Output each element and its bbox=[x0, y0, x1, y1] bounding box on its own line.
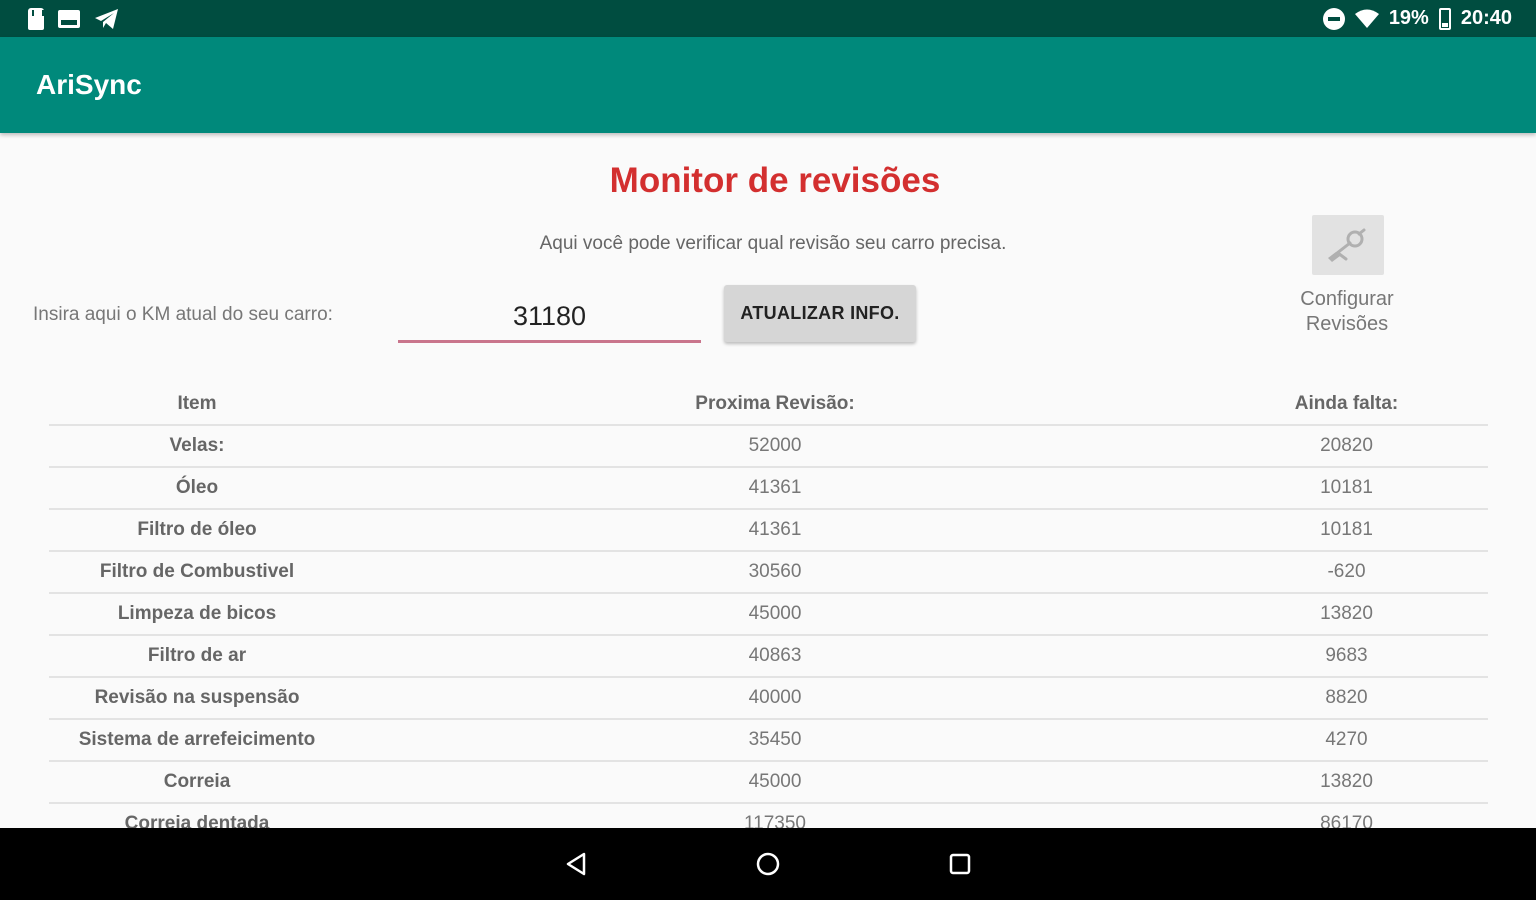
row-next: 52000 bbox=[748, 435, 802, 456]
row-item: Filtro de óleo bbox=[137, 519, 257, 540]
row-next: 45000 bbox=[748, 771, 802, 792]
status-bar: 19% 20:40 bbox=[0, 0, 1536, 37]
back-icon bbox=[566, 852, 586, 876]
table-row: Filtro de Combustivel 30560 -620 bbox=[49, 552, 1488, 594]
row-remaining: 10181 bbox=[1320, 519, 1373, 540]
header-remaining: Ainda falta: bbox=[1294, 393, 1399, 414]
row-remaining: 86170 bbox=[1320, 813, 1373, 828]
row-remaining: 20820 bbox=[1320, 435, 1373, 456]
table-row: Filtro de óleo 41361 10181 bbox=[49, 510, 1488, 552]
notification-icons bbox=[28, 7, 120, 30]
row-remaining: 13820 bbox=[1320, 771, 1373, 792]
row-item: Filtro de ar bbox=[147, 645, 247, 666]
image-icon bbox=[58, 9, 80, 28]
recents-button[interactable] bbox=[864, 828, 1056, 900]
revisions-table: Item Proxima Revisão: Ainda falta: Velas… bbox=[49, 384, 1488, 828]
row-item: Correia dentada bbox=[124, 813, 270, 828]
row-remaining: 10181 bbox=[1320, 477, 1373, 498]
telegram-icon bbox=[95, 8, 118, 29]
row-next: 41361 bbox=[748, 477, 802, 498]
row-item: Velas: bbox=[169, 435, 225, 456]
page-subtitle: Aqui você pode verificar qual revisão se… bbox=[539, 233, 1007, 254]
row-remaining: -620 bbox=[1327, 561, 1366, 582]
recents-icon bbox=[949, 853, 971, 875]
table-row: Correia 45000 13820 bbox=[49, 762, 1488, 804]
table-row: Óleo 41361 10181 bbox=[49, 468, 1488, 510]
row-item: Óleo bbox=[175, 477, 219, 498]
update-info-button[interactable]: ATUALIZAR INFO. bbox=[724, 285, 916, 342]
row-next: 45000 bbox=[748, 603, 802, 624]
row-next: 41361 bbox=[748, 519, 802, 540]
row-next: 40863 bbox=[748, 645, 802, 666]
table-row: Filtro de ar 40863 9683 bbox=[49, 636, 1488, 678]
navigation-bar bbox=[0, 828, 1536, 900]
table-row: Revisão na suspensão 40000 8820 bbox=[49, 678, 1488, 720]
row-next: 117350 bbox=[744, 813, 806, 828]
row-remaining: 13820 bbox=[1320, 603, 1373, 624]
home-icon bbox=[756, 852, 780, 876]
configure-revisions-button[interactable] bbox=[1312, 215, 1384, 275]
row-item: Filtro de Combustivel bbox=[99, 561, 295, 582]
row-remaining: 4270 bbox=[1325, 729, 1368, 750]
wrench-icon bbox=[1328, 228, 1366, 262]
row-item: Limpeza de bicos bbox=[117, 603, 277, 624]
row-item: Correia bbox=[163, 771, 231, 792]
back-button[interactable] bbox=[480, 828, 672, 900]
row-next: 35450 bbox=[748, 729, 802, 750]
km-label: Insira aqui o KM atual do seu carro: bbox=[33, 304, 333, 325]
row-remaining: 8820 bbox=[1325, 687, 1368, 708]
battery-percent: 19% bbox=[1388, 7, 1429, 29]
km-input[interactable] bbox=[398, 293, 701, 343]
header-item: Item bbox=[177, 393, 217, 414]
home-button[interactable] bbox=[672, 828, 864, 900]
row-item: Sistema de arrefeicimento bbox=[78, 729, 316, 750]
table-header: Item Proxima Revisão: Ainda falta: bbox=[49, 384, 1488, 426]
configure-revisions-label: Configurar Revisões bbox=[1300, 288, 1394, 335]
table-row: Velas: 52000 20820 bbox=[49, 426, 1488, 468]
table-row: Correia dentada 117350 86170 bbox=[49, 804, 1488, 828]
page-title: Monitor de revisões bbox=[609, 161, 941, 200]
row-next: 30560 bbox=[748, 561, 802, 582]
row-item: Revisão na suspensão bbox=[94, 687, 300, 708]
main-content: Monitor de revisões Aqui você pode verif… bbox=[0, 133, 1536, 828]
sd-card-icon bbox=[28, 7, 44, 30]
wifi-icon bbox=[1354, 9, 1379, 28]
do-not-disturb-icon bbox=[1322, 7, 1345, 30]
battery-icon bbox=[1438, 7, 1451, 30]
system-icons: 19% 20:40 bbox=[1322, 7, 1512, 30]
row-next: 40000 bbox=[748, 687, 802, 708]
row-remaining: 9683 bbox=[1325, 645, 1368, 666]
app-bar: AriSync bbox=[0, 37, 1536, 133]
header-next-revision: Proxima Revisão: bbox=[695, 393, 855, 414]
table-row: Sistema de arrefeicimento 35450 4270 bbox=[49, 720, 1488, 762]
table-row: Limpeza de bicos 45000 13820 bbox=[49, 594, 1488, 636]
app-title: AriSync bbox=[36, 69, 142, 100]
clock: 20:40 bbox=[1460, 7, 1512, 29]
